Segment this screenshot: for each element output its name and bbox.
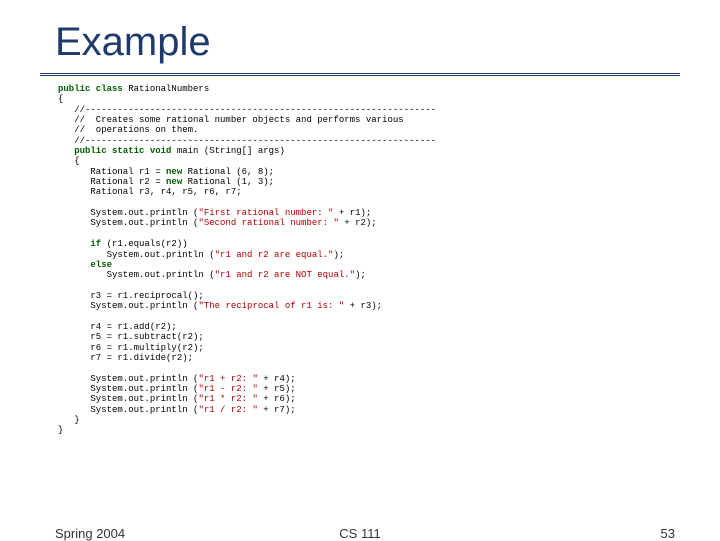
code-line: //--------------------------------------…	[58, 105, 436, 115]
code-text: main (String[] args)	[171, 146, 284, 156]
kw-if: if	[58, 239, 101, 249]
slide-title: Example	[0, 0, 720, 73]
class-name: RationalNumbers	[123, 84, 209, 94]
kw-class: class	[90, 84, 122, 94]
string-literal: "r1 * r2: "	[198, 394, 257, 404]
code-line: r7 = r1.divide(r2);	[58, 353, 193, 363]
code-text: );	[355, 270, 366, 280]
string-literal: "r1 / r2: "	[198, 405, 257, 415]
code-text: Rational (6, 8);	[182, 167, 274, 177]
code-line: r4 = r1.add(r2);	[58, 322, 177, 332]
kw-void: void	[144, 146, 171, 156]
string-literal: "Second rational number: "	[198, 218, 338, 228]
code-text: System.out.println (	[58, 374, 198, 384]
code-line: }	[58, 415, 80, 425]
code-line: // operations on them.	[58, 125, 198, 135]
code-line: r5 = r1.subtract(r2);	[58, 332, 204, 342]
string-literal: "r1 and r2 are NOT equal."	[215, 270, 355, 280]
string-literal: "First rational number: "	[198, 208, 333, 218]
code-text: System.out.println (	[58, 394, 198, 404]
code-line: // Creates some rational number objects …	[58, 115, 404, 125]
code-text: + r1);	[333, 208, 371, 218]
code-line: r3 = r1.reciprocal();	[58, 291, 204, 301]
code-line: //--------------------------------------…	[58, 136, 436, 146]
code-block: public class RationalNumbers { //-------…	[0, 84, 720, 436]
code-text: );	[333, 250, 344, 260]
code-text: System.out.println (	[58, 384, 198, 394]
code-text: (r1.equals(r2))	[101, 239, 187, 249]
code-text: System.out.println (	[58, 250, 215, 260]
code-text: Rational (1, 3);	[182, 177, 274, 187]
code-text: Rational r2 =	[58, 177, 166, 187]
code-line: {	[58, 94, 63, 104]
code-text: System.out.println (	[58, 270, 215, 280]
code-text: System.out.println (	[58, 405, 198, 415]
code-line: }	[58, 425, 63, 435]
string-literal: "r1 + r2: "	[198, 374, 257, 384]
code-text: System.out.println (	[58, 218, 198, 228]
code-text: Rational r1 =	[58, 167, 166, 177]
code-line: {	[58, 156, 80, 166]
code-text: System.out.println (	[58, 208, 198, 218]
footer-page-number: 53	[661, 526, 675, 541]
code-text: + r4);	[258, 374, 296, 384]
code-text: + r6);	[258, 394, 296, 404]
footer-course: CS 111	[339, 526, 380, 541]
kw-new: new	[166, 167, 182, 177]
kw-static: static	[107, 146, 145, 156]
string-literal: "The reciprocal of r1 is: "	[198, 301, 344, 311]
kw-else: else	[58, 260, 112, 270]
code-text: + r2);	[339, 218, 377, 228]
code-text: System.out.println (	[58, 301, 198, 311]
kw-public: public	[58, 84, 90, 94]
code-line: Rational r3, r4, r5, r6, r7;	[58, 187, 242, 197]
code-line: r6 = r1.multiply(r2);	[58, 343, 204, 353]
kw-new: new	[166, 177, 182, 187]
code-text: + r5);	[258, 384, 296, 394]
kw-public: public	[58, 146, 107, 156]
string-literal: "r1 and r2 are equal."	[215, 250, 334, 260]
string-literal: "r1 - r2: "	[198, 384, 257, 394]
footer-term: Spring 2004	[55, 526, 125, 541]
code-text: + r7);	[258, 405, 296, 415]
title-underline	[40, 73, 680, 76]
code-text: + r3);	[344, 301, 382, 311]
